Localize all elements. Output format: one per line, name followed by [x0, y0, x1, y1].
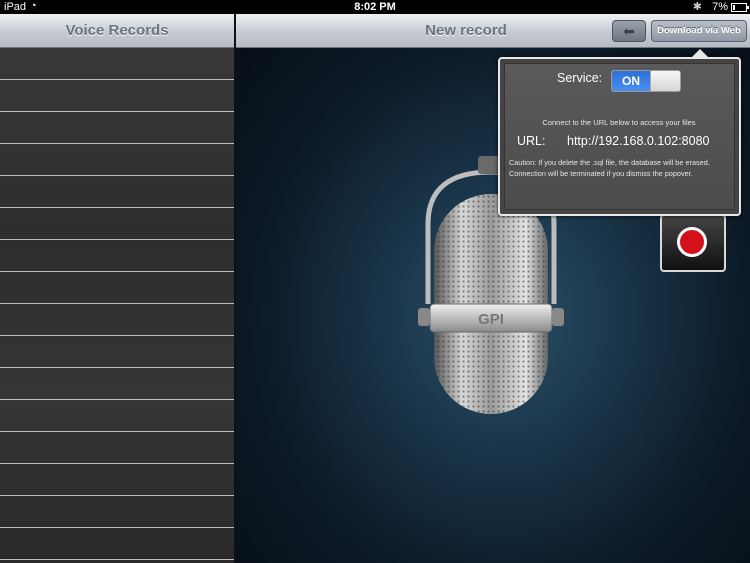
list-item[interactable] [0, 432, 234, 464]
web-service-popover: Service: ON Connect to the URL below to … [498, 49, 741, 216]
list-item[interactable] [0, 240, 234, 272]
bluetooth-icon: ✱ [692, 1, 702, 13]
popover-content: Service: ON Connect to the URL below to … [504, 63, 735, 210]
status-bar: iPad ◔ 8:02 PM ✱ 7% [0, 0, 750, 14]
svg-text:GPI: GPI [478, 311, 504, 328]
list-item[interactable] [0, 272, 234, 304]
records-list [0, 48, 234, 560]
list-item[interactable] [0, 464, 234, 496]
list-item[interactable] [0, 112, 234, 144]
caution-text: Caution: If you delete the .sql file, th… [509, 157, 735, 179]
records-navbar: Voice Records [0, 14, 234, 48]
back-button[interactable]: ⬅ [612, 20, 646, 42]
record-dot-icon [677, 227, 707, 257]
record-button[interactable] [660, 214, 726, 272]
caution-line-1: Caution: If you delete the .sql file, th… [509, 158, 710, 167]
list-item[interactable] [0, 208, 234, 240]
list-item[interactable] [0, 304, 234, 336]
back-arrow-icon: ⬅ [623, 23, 635, 39]
clock: 8:02 PM [354, 1, 396, 13]
list-item[interactable] [0, 48, 234, 80]
download-via-web-button[interactable]: Download via Web [651, 20, 747, 42]
list-item[interactable] [0, 176, 234, 208]
toggle-knob[interactable] [650, 71, 680, 91]
list-item[interactable] [0, 496, 234, 528]
list-item[interactable] [0, 400, 234, 432]
caution-line-2: Connection will be terminated if you dis… [509, 169, 693, 178]
battery-percent: 7% [712, 1, 728, 13]
popover-arrow [690, 49, 710, 59]
recorder-navbar: New record ⬅ Download via Web [236, 14, 750, 48]
service-label: Service: [557, 71, 603, 85]
battery-icon [731, 3, 749, 12]
list-item[interactable] [0, 144, 234, 176]
connect-instruction: Connect to the URL below to access your … [542, 118, 696, 127]
toggle-on-label: ON [612, 71, 650, 91]
service-toggle[interactable]: ON [611, 70, 681, 92]
records-title: Voice Records [65, 22, 169, 39]
list-item[interactable] [0, 368, 234, 400]
url-value: http://192.168.0.102:8080 [567, 134, 710, 148]
list-item[interactable] [0, 528, 234, 560]
url-label: URL: [517, 134, 546, 148]
list-item[interactable] [0, 80, 234, 112]
list-item[interactable] [0, 336, 234, 368]
records-pane: Voice Records [0, 14, 234, 563]
